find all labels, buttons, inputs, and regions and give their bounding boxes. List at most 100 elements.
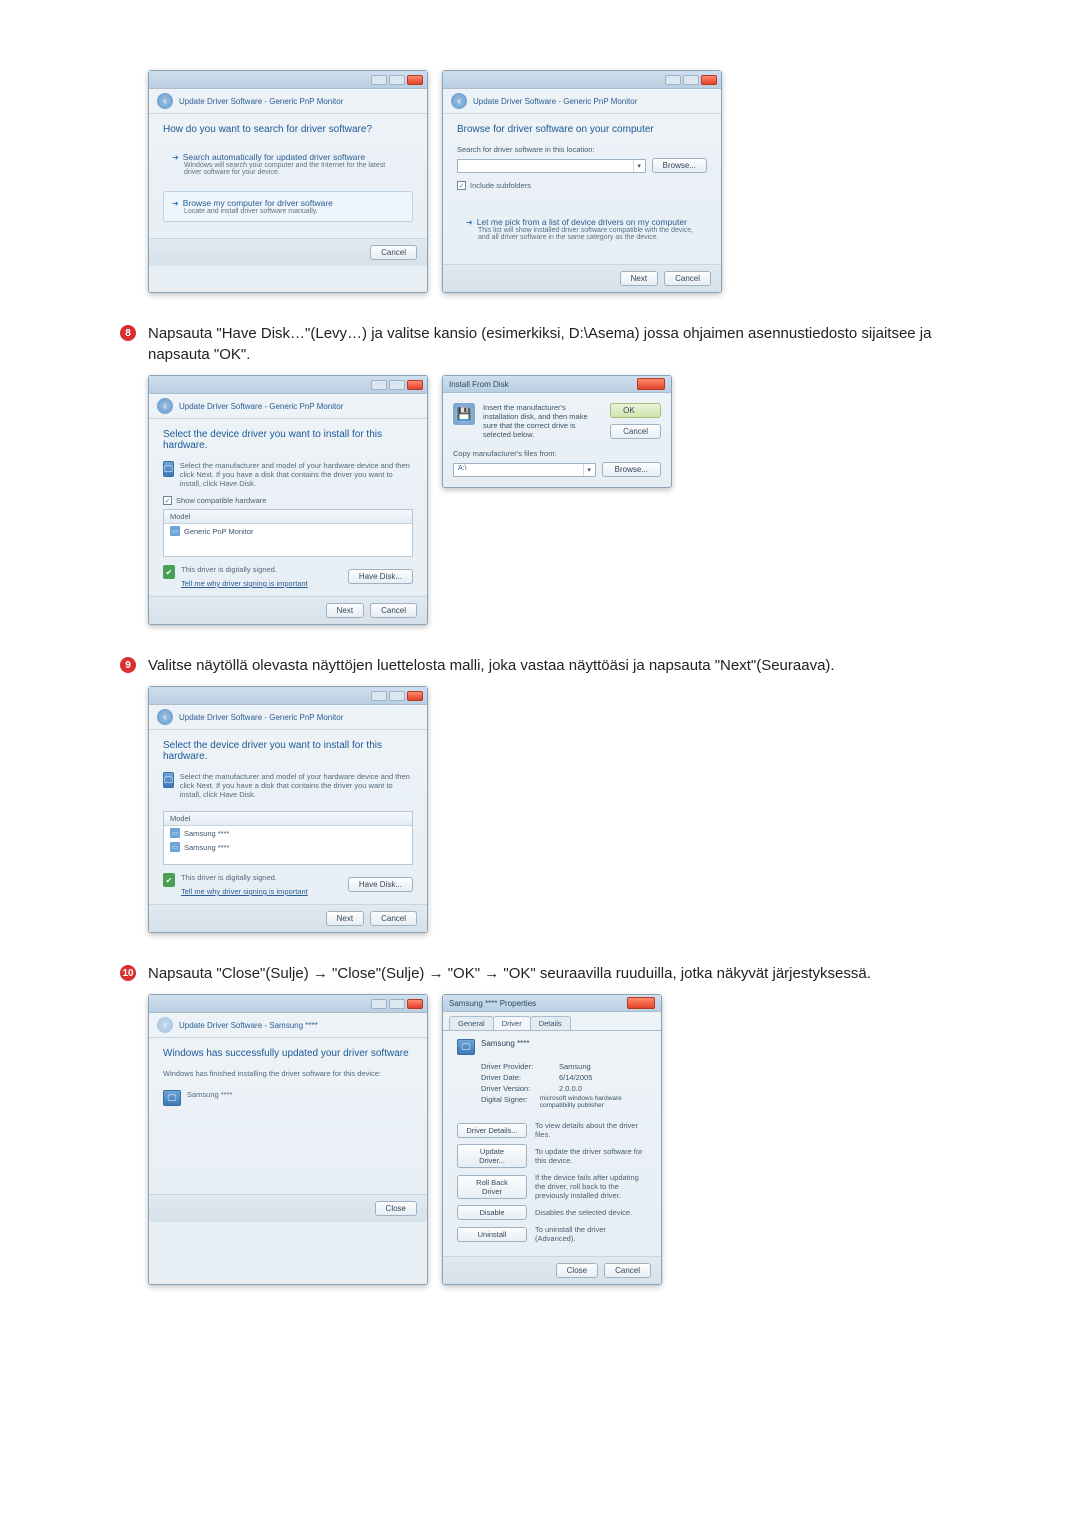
cancel-button[interactable]: Cancel bbox=[370, 603, 417, 618]
breadcrumb: Update Driver Software - Generic PnP Mon… bbox=[179, 713, 343, 722]
breadcrumb: Update Driver Software - Generic PnP Mon… bbox=[473, 97, 637, 106]
dialog-heading: Browse for driver software on your compu… bbox=[457, 124, 707, 135]
dialog-title: Install From Disk bbox=[449, 380, 509, 389]
close-icon[interactable] bbox=[407, 380, 423, 390]
update-driver-button[interactable]: Update Driver... bbox=[457, 1144, 527, 1168]
cancel-button[interactable]: Cancel bbox=[370, 911, 417, 926]
step-number-10: 10 bbox=[120, 965, 136, 981]
back-icon[interactable]: ‹ bbox=[451, 93, 467, 109]
close-icon[interactable] bbox=[407, 999, 423, 1009]
next-button[interactable]: Next bbox=[326, 603, 364, 618]
maximize-icon[interactable] bbox=[389, 75, 405, 85]
include-subfolders-checkbox[interactable]: ✓Include subfolders bbox=[457, 181, 707, 190]
cancel-button[interactable]: Cancel bbox=[664, 271, 711, 286]
close-button[interactable]: Close bbox=[556, 1263, 598, 1278]
close-icon[interactable] bbox=[637, 378, 665, 390]
installed-model: Samsung **** bbox=[187, 1090, 232, 1099]
minimize-icon[interactable] bbox=[665, 75, 681, 85]
tab-details[interactable]: Details bbox=[530, 1016, 571, 1030]
maximize-icon[interactable] bbox=[389, 380, 405, 390]
close-button[interactable]: Close bbox=[375, 1201, 417, 1216]
dialog-search-method: ‹ Update Driver Software - Generic PnP Mo… bbox=[148, 70, 428, 293]
close-icon[interactable] bbox=[701, 75, 717, 85]
cancel-button[interactable]: Cancel bbox=[610, 424, 661, 439]
monitor-icon: ▭ bbox=[170, 526, 180, 536]
chevron-down-icon[interactable]: ▾ bbox=[583, 464, 595, 476]
close-icon[interactable] bbox=[407, 75, 423, 85]
dialog-heading: Select the device driver you want to ins… bbox=[163, 740, 413, 762]
tab-general[interactable]: General bbox=[449, 1016, 494, 1030]
option-search-auto[interactable]: Search automatically for updated driver … bbox=[163, 145, 413, 183]
dialog-browse-location: ‹ Update Driver Software - Generic PnP Mo… bbox=[442, 70, 722, 293]
show-compatible-checkbox[interactable]: ✓Show compatible hardware bbox=[163, 496, 413, 505]
browse-button[interactable]: Browse... bbox=[602, 462, 661, 477]
minimize-icon[interactable] bbox=[371, 75, 387, 85]
signing-info-link[interactable]: Tell me why driver signing is important bbox=[181, 887, 308, 896]
shield-icon: ✔ bbox=[163, 565, 175, 579]
back-icon[interactable]: ‹ bbox=[157, 398, 173, 414]
step-text-8: Napsauta "Have Disk…"(Levy…) ja valitse … bbox=[148, 323, 960, 365]
step-text-10: Napsauta "Close"(Sulje) → "Close"(Sulje)… bbox=[148, 963, 871, 984]
back-icon[interactable]: ‹ bbox=[157, 93, 173, 109]
close-icon[interactable] bbox=[407, 691, 423, 701]
breadcrumb: Update Driver Software - Samsung **** bbox=[179, 1021, 318, 1030]
dialog-heading: Select the device driver you want to ins… bbox=[163, 429, 413, 451]
monitor-icon: ▭ bbox=[170, 842, 180, 852]
signed-text: This driver is digitally signed. bbox=[181, 565, 277, 574]
option-browse-computer[interactable]: Browse my computer for driver software L… bbox=[163, 191, 413, 222]
disk-message: Insert the manufacturer's installation d… bbox=[483, 403, 602, 439]
signing-info-link[interactable]: Tell me why driver signing is important bbox=[181, 579, 308, 588]
search-label: Search for driver software in this locat… bbox=[457, 145, 707, 154]
maximize-icon[interactable] bbox=[683, 75, 699, 85]
uninstall-button[interactable]: Uninstall bbox=[457, 1227, 527, 1242]
minimize-icon[interactable] bbox=[371, 999, 387, 1009]
next-button[interactable]: Next bbox=[620, 271, 658, 286]
monitor-icon: 🖵 bbox=[163, 1090, 181, 1106]
option-pick-from-list[interactable]: Let me pick from a list of device driver… bbox=[457, 210, 707, 248]
location-input[interactable]: ▾ bbox=[457, 159, 646, 173]
breadcrumb: Update Driver Software - Generic PnP Mon… bbox=[179, 97, 343, 106]
list-item: ▭Generic PnP Monitor bbox=[164, 524, 412, 538]
list-item: ▭Samsung **** bbox=[164, 826, 412, 840]
rollback-driver-button[interactable]: Roll Back Driver bbox=[457, 1175, 527, 1199]
dialog-heading: How do you want to search for driver sof… bbox=[163, 124, 413, 135]
tab-driver[interactable]: Driver bbox=[493, 1016, 531, 1030]
close-icon[interactable] bbox=[627, 997, 655, 1009]
dialog-select-driver: ‹ Update Driver Software - Generic PnP Mo… bbox=[148, 375, 428, 625]
maximize-icon[interactable] bbox=[389, 999, 405, 1009]
model-listbox[interactable]: Model ▭Samsung **** ▭Samsung **** bbox=[163, 811, 413, 865]
step-number-9: 9 bbox=[120, 657, 136, 673]
monitor-icon: ▭ bbox=[170, 828, 180, 838]
copy-from-label: Copy manufacturer's files from: bbox=[453, 449, 557, 458]
success-subtext: Windows has finished installing the driv… bbox=[163, 1069, 413, 1078]
dialog-driver-properties: Samsung **** Properties General Driver D… bbox=[442, 994, 662, 1285]
path-input[interactable]: A:\▾ bbox=[453, 463, 596, 477]
disable-button[interactable]: Disable bbox=[457, 1205, 527, 1220]
minimize-icon[interactable] bbox=[371, 380, 387, 390]
model-header: Model bbox=[164, 510, 412, 524]
step-text-9: Valitse näytöllä olevasta näyttöjen luet… bbox=[148, 655, 835, 676]
maximize-icon[interactable] bbox=[389, 691, 405, 701]
breadcrumb: Update Driver Software - Generic PnP Mon… bbox=[179, 402, 343, 411]
back-icon[interactable]: ‹ bbox=[157, 1017, 173, 1033]
monitor-icon: 🖵 bbox=[163, 461, 174, 477]
have-disk-button[interactable]: Have Disk... bbox=[348, 877, 413, 892]
ok-button[interactable]: OK bbox=[610, 403, 661, 418]
model-listbox[interactable]: Model ▭Generic PnP Monitor bbox=[163, 509, 413, 557]
chevron-down-icon[interactable]: ▾ bbox=[633, 160, 645, 172]
dialog-install-from-disk: Install From Disk 💾 Insert the manufactu… bbox=[442, 375, 672, 488]
document-page: ‹ Update Driver Software - Generic PnP Mo… bbox=[0, 0, 1080, 1375]
minimize-icon[interactable] bbox=[371, 691, 387, 701]
next-button[interactable]: Next bbox=[326, 911, 364, 926]
device-name: Samsung **** bbox=[481, 1039, 529, 1048]
cancel-button[interactable]: Cancel bbox=[370, 245, 417, 260]
driver-details-button[interactable]: Driver Details... bbox=[457, 1123, 527, 1138]
have-disk-button[interactable]: Have Disk... bbox=[348, 569, 413, 584]
cancel-button[interactable]: Cancel bbox=[604, 1263, 651, 1278]
browse-button[interactable]: Browse... bbox=[652, 158, 707, 173]
disk-icon: 💾 bbox=[453, 403, 475, 425]
dialog-update-success: ‹ Update Driver Software - Samsung **** W… bbox=[148, 994, 428, 1285]
step-number-8: 8 bbox=[120, 325, 136, 341]
back-icon[interactable]: ‹ bbox=[157, 709, 173, 725]
monitor-icon: 🖵 bbox=[457, 1039, 475, 1055]
